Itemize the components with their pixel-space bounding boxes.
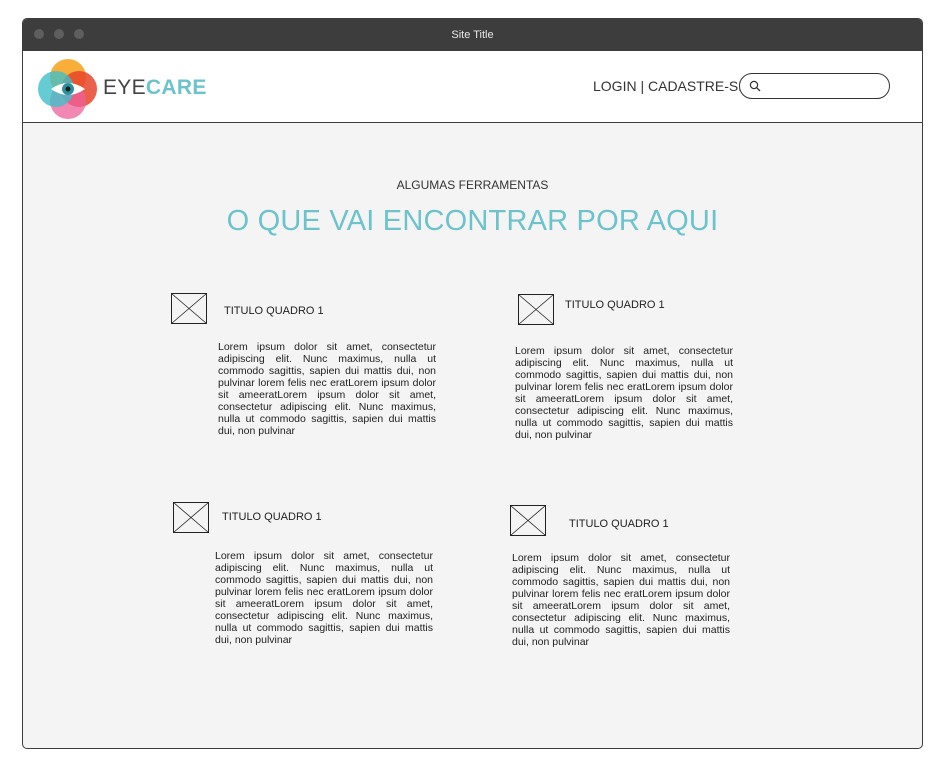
section-headline: O QUE VAI ENCONTRAR POR AQUI [226,205,719,237]
card-title: TITULO QUADRO 1 [222,511,322,523]
image-placeholder-icon [510,505,546,536]
search-icon [749,80,761,92]
auth-separator: | [640,78,645,94]
auth-links: LOGIN | CADASTRE-SE [593,78,748,94]
logo-wordmark[interactable]: EYECARE [103,76,207,100]
card-title: TITULO QUADRO 1 [224,305,324,317]
logo-text-eye: EYE [103,76,146,99]
image-placeholder-icon [173,502,209,533]
image-placeholder-icon [518,294,554,325]
browser-window: Site Title EYECARE LOGIN | CADASTRE-SE A… [22,18,923,749]
search-input[interactable] [766,77,878,95]
card-body: Lorem ipsum dolor sit amet, consectetur … [512,552,730,648]
card-body: Lorem ipsum dolor sit amet, consectetur … [515,345,733,441]
title-bar: Site Title [23,19,922,51]
eyecare-logo-icon[interactable] [37,58,99,120]
logo-text-care: CARE [145,76,207,99]
card-title: TITULO QUADRO 1 [569,518,669,530]
section-subtitle: ALGUMAS FERRAMENTAS [396,178,549,192]
signup-link[interactable]: CADASTRE-SE [648,78,748,94]
site-header: EYECARE LOGIN | CADASTRE-SE [23,51,922,123]
card-body: Lorem ipsum dolor sit amet, consectetur … [218,341,436,437]
card-body: Lorem ipsum dolor sit amet, consectetur … [215,550,433,646]
search-box[interactable] [739,73,890,99]
card-title: TITULO QUADRO 1 [565,299,665,311]
window-title: Site Title [451,29,494,41]
login-link[interactable]: LOGIN [593,78,637,94]
image-placeholder-icon [171,293,207,324]
